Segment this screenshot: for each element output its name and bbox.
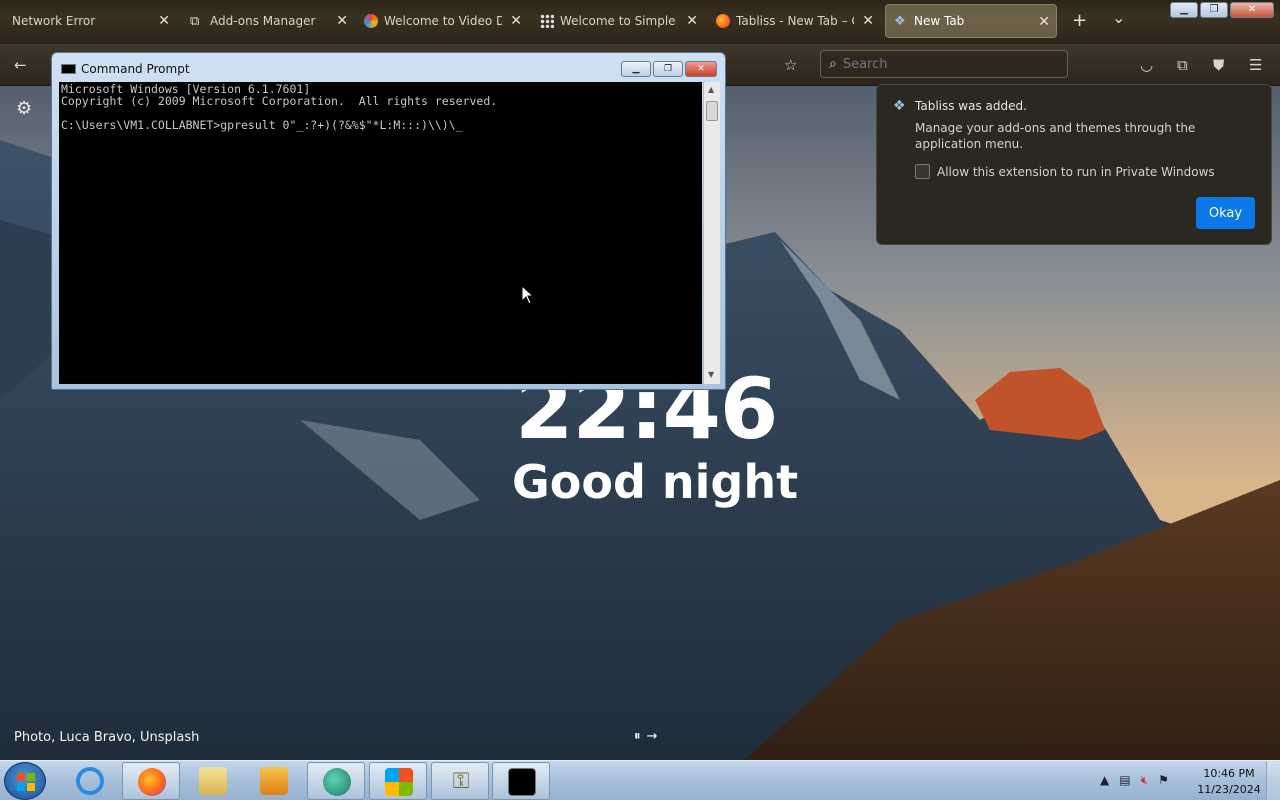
tab-label: Network Error — [12, 14, 96, 28]
search-icon: ⌕ — [829, 56, 837, 72]
action-center-flag-icon[interactable]: ⚑ — [1158, 773, 1169, 788]
cmd-title: Command Prompt — [81, 62, 190, 76]
popup-body: Manage your add-ons and themes through t… — [915, 121, 1196, 151]
taskbar-firefox[interactable] — [122, 762, 180, 800]
windows-taskbar: ⚿ ▲ ▤ 🔇︎ ⚑ 10:46 PM 11/23/2024 — [0, 760, 1280, 800]
folder-icon — [199, 767, 227, 795]
taskbar-clock[interactable]: 10:46 PM 11/23/2024 — [1196, 766, 1262, 798]
mouse-cursor-icon — [521, 285, 535, 305]
next-arrow-icon[interactable]: → — [647, 729, 658, 744]
media-player-icon — [260, 767, 288, 795]
close-icon[interactable]: ✕ — [336, 13, 348, 29]
background-controls: ⏸ → — [634, 729, 657, 744]
close-icon[interactable]: ✕ — [158, 13, 170, 29]
tab-tabliss[interactable]: Tabliss - New Tab – Ge ✕ — [708, 4, 880, 38]
search-box[interactable]: ⌕ — [820, 50, 1068, 78]
scroll-up-icon[interactable]: ▲ — [708, 85, 714, 94]
private-windows-label[interactable]: Allow this extension to run in Private W… — [937, 165, 1215, 179]
firefox-icon — [716, 14, 730, 28]
console-line: Copyright (c) 2009 Microsoft Corporation… — [61, 94, 498, 108]
popup-title: Tabliss was added. — [915, 99, 1027, 113]
network-icon[interactable]: ▤ — [1119, 773, 1130, 788]
system-tray: ▲ ▤ 🔇︎ ⚑ — [1100, 773, 1169, 788]
greeting-text: Good night — [512, 455, 799, 509]
cmd-close-button[interactable]: ✕ — [685, 61, 717, 77]
tab-label: Tabliss - New Tab – Ge — [736, 14, 854, 28]
taskbar-app-globe[interactable] — [307, 762, 365, 800]
tab-label: New Tab — [914, 14, 965, 28]
gear-icon[interactable]: ⚙ — [16, 98, 32, 119]
taskbar-time: 10:46 PM — [1203, 767, 1255, 780]
browser-tab-bar: Network Error ✕ ⧉ Add-ons Manager ✕ Welc… — [0, 0, 1280, 44]
volume-muted-icon[interactable]: 🔇︎ — [1141, 773, 1149, 788]
taskbar-key-tool[interactable]: ⚿ — [431, 762, 489, 800]
close-icon[interactable]: ✕ — [686, 13, 698, 29]
scroll-thumb[interactable] — [706, 101, 718, 121]
maximize-button[interactable]: ❐ — [1200, 2, 1228, 18]
private-windows-checkbox[interactable] — [915, 164, 930, 179]
bookmark-star-icon[interactable]: ☆ — [784, 56, 797, 74]
tab-network-error[interactable]: Network Error ✕ — [4, 4, 176, 38]
show-hidden-icons-icon[interactable]: ▲ — [1100, 773, 1109, 788]
close-icon[interactable]: ✕ — [510, 13, 522, 29]
show-desktop-button[interactable] — [1266, 761, 1280, 800]
tabliss-icon: ❖ — [893, 98, 906, 114]
globe-icon — [323, 768, 351, 796]
new-tab-button[interactable]: + — [1072, 10, 1087, 31]
tab-label: Add-ons Manager — [210, 14, 316, 28]
puzzle-icon: ⧉ — [190, 14, 200, 29]
key-icon: ⚿ — [452, 769, 470, 794]
taskbar-windows-update[interactable] — [369, 762, 427, 800]
grid-icon — [540, 14, 554, 28]
taskbar-internet-explorer[interactable] — [61, 762, 119, 800]
scroll-down-icon[interactable]: ▼ — [708, 370, 714, 379]
cmd-minimize-button[interactable]: ▁ — [621, 61, 651, 77]
tab-list-button[interactable]: ⌄ — [1112, 8, 1125, 27]
tab-label: Welcome to Video Do — [384, 14, 502, 28]
windows-logo-icon — [17, 773, 35, 791]
cmd-icon — [61, 64, 76, 74]
console-output[interactable]: Microsoft Windows [Version 6.1.7601] Copy… — [59, 82, 702, 384]
photo-credit[interactable]: Photo, Luca Bravo, Unsplash — [14, 730, 199, 745]
tab-label: Welcome to Simple Ta — [560, 14, 678, 28]
colorful-circle-icon — [364, 14, 378, 28]
back-arrow-icon[interactable]: ← — [14, 56, 27, 74]
cmd-maximize-button[interactable]: ❐ — [653, 61, 683, 77]
minimize-button[interactable]: ▁ — [1170, 2, 1198, 18]
taskbar-file-explorer[interactable] — [184, 762, 242, 800]
tab-video-downloader[interactable]: Welcome to Video Do ✕ — [356, 4, 528, 38]
taskbar-command-prompt[interactable] — [492, 762, 550, 800]
command-prompt-icon — [508, 768, 536, 796]
internet-explorer-icon — [76, 767, 104, 795]
window-controls: ▁ ❐ ✕ — [1170, 2, 1274, 18]
addon-added-popup: ❖ Tabliss was added. Manage your add-ons… — [876, 84, 1272, 245]
tab-new-tab[interactable]: ❖ New Tab ✕ — [885, 4, 1057, 38]
tab-simple-tab[interactable]: Welcome to Simple Ta ✕ — [532, 4, 704, 38]
cmd-titlebar[interactable]: Command Prompt ▁ ❐ ✕ — [52, 53, 725, 83]
taskbar-media-player[interactable] — [245, 762, 303, 800]
search-input[interactable] — [842, 56, 1043, 72]
cmd-scrollbar[interactable]: ▲ ▼ — [703, 82, 720, 384]
ublock-icon[interactable]: ⛊ — [1213, 56, 1224, 74]
close-icon[interactable]: ✕ — [862, 13, 874, 29]
pause-icon[interactable]: ⏸ — [634, 729, 641, 744]
tabliss-icon: ❖ — [894, 14, 906, 29]
console-line: C:\Users\VM1.COLLABNET>gpresult 0"_:?+)(… — [61, 118, 463, 132]
tab-addons-manager[interactable]: ⧉ Add-ons Manager ✕ — [182, 4, 354, 38]
taskbar-date: 11/23/2024 — [1197, 783, 1261, 796]
extensions-icon[interactable]: ⧉ — [1177, 56, 1188, 74]
start-button[interactable] — [4, 762, 46, 800]
menu-icon[interactable]: ☰ — [1249, 56, 1262, 74]
pocket-icon[interactable]: ◡ — [1140, 56, 1153, 74]
command-prompt-window[interactable]: Command Prompt ▁ ❐ ✕ Microsoft Windows [… — [51, 52, 726, 390]
close-icon[interactable]: ✕ — [1038, 14, 1050, 30]
okay-button[interactable]: Okay — [1196, 197, 1255, 229]
close-window-button[interactable]: ✕ — [1230, 2, 1274, 18]
firefox-icon — [138, 768, 166, 796]
windows-flag-icon — [385, 768, 413, 796]
